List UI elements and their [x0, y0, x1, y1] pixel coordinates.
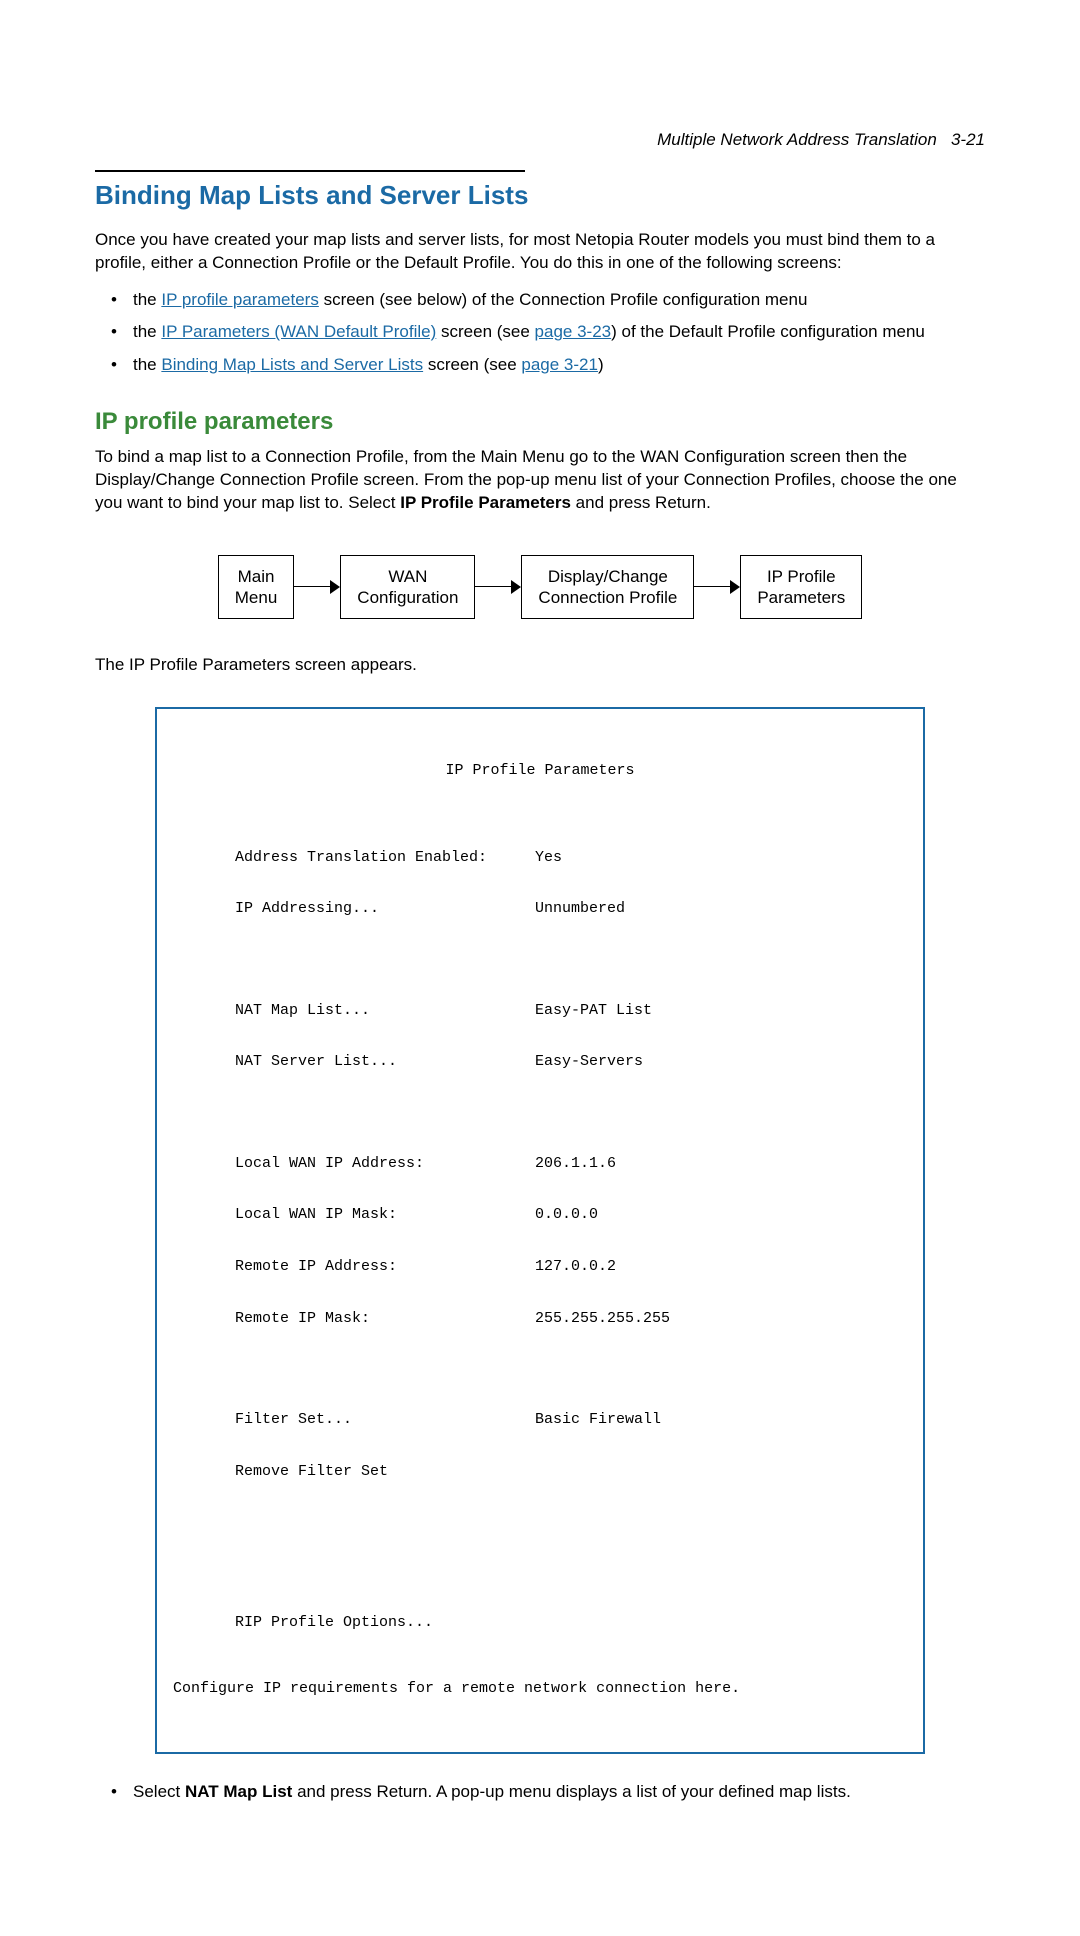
arrow-right-icon [294, 577, 340, 597]
terminal-row: Remote IP Address:127.0.0.2 [165, 1258, 915, 1275]
terminal-screen: IP Profile Parameters Address Translatio… [155, 707, 925, 1754]
list-item: Select NAT Map List and press Return. A … [133, 1779, 985, 1805]
nav-box-display-change: Display/ChangeConnection Profile [521, 555, 694, 620]
terminal-footer: Configure IP requirements for a remote n… [165, 1680, 915, 1697]
terminal-row: RIP Profile Options... [165, 1614, 915, 1631]
binding-instructions: To bind a map list to a Connection Profi… [95, 446, 985, 515]
terminal-row: NAT Map List...Easy-PAT List [165, 1002, 915, 1019]
bold-nat-map-list: NAT Map List [185, 1782, 292, 1801]
link-page-3-21[interactable]: page 3-21 [521, 355, 598, 374]
nav-box-ip-profile-params: IP ProfileParameters [740, 555, 862, 620]
link-ip-params-wan-default[interactable]: IP Parameters (WAN Default Profile) [161, 322, 436, 341]
terminal-row: Local WAN IP Address:206.1.1.6 [165, 1155, 915, 1172]
bold-ip-profile-parameters: IP Profile Parameters [400, 493, 571, 512]
nav-box-wan-config: WANConfiguration [340, 555, 475, 620]
page-header: Multiple Network Address Translation 3-2… [95, 130, 985, 150]
heading-ip-profile-parameters: IP profile parameters [95, 408, 985, 436]
terminal-title: IP Profile Parameters [165, 762, 915, 779]
list-item: the IP Parameters (WAN Default Profile) … [133, 319, 985, 345]
action-list: Select NAT Map List and press Return. A … [95, 1779, 985, 1805]
chapter-title: Multiple Network Address Translation [657, 130, 937, 149]
list-item: the IP profile parameters screen (see be… [133, 287, 985, 313]
screen-appears-text: The IP Profile Parameters screen appears… [95, 654, 985, 677]
terminal-row: Remove Filter Set [165, 1463, 915, 1480]
arrow-right-icon [475, 577, 521, 597]
link-page-3-23[interactable]: page 3-23 [535, 322, 612, 341]
link-binding-map-lists[interactable]: Binding Map Lists and Server Lists [161, 355, 423, 374]
intro-paragraph: Once you have created your map lists and… [95, 229, 985, 275]
arrow-right-icon [694, 577, 740, 597]
list-item: the Binding Map Lists and Server Lists s… [133, 352, 985, 378]
terminal-row: Local WAN IP Mask:0.0.0.0 [165, 1206, 915, 1223]
terminal-row: Remote IP Mask:255.255.255.255 [165, 1310, 915, 1327]
terminal-row: NAT Server List...Easy-Servers [165, 1053, 915, 1070]
link-ip-profile-params[interactable]: IP profile parameters [161, 290, 318, 309]
heading-binding: Binding Map Lists and Server Lists [95, 180, 985, 211]
nav-box-main-menu: MainMenu [218, 555, 295, 620]
navigation-diagram: MainMenu WANConfiguration Display/Change… [95, 555, 985, 620]
terminal-row: IP Addressing...Unnumbered [165, 900, 915, 917]
section-rule [95, 170, 525, 172]
screen-list: the IP profile parameters screen (see be… [95, 287, 985, 378]
terminal-row: Filter Set...Basic Firewall [165, 1411, 915, 1428]
page-number: 3-21 [951, 130, 985, 149]
terminal-row: Address Translation Enabled:Yes [165, 849, 915, 866]
